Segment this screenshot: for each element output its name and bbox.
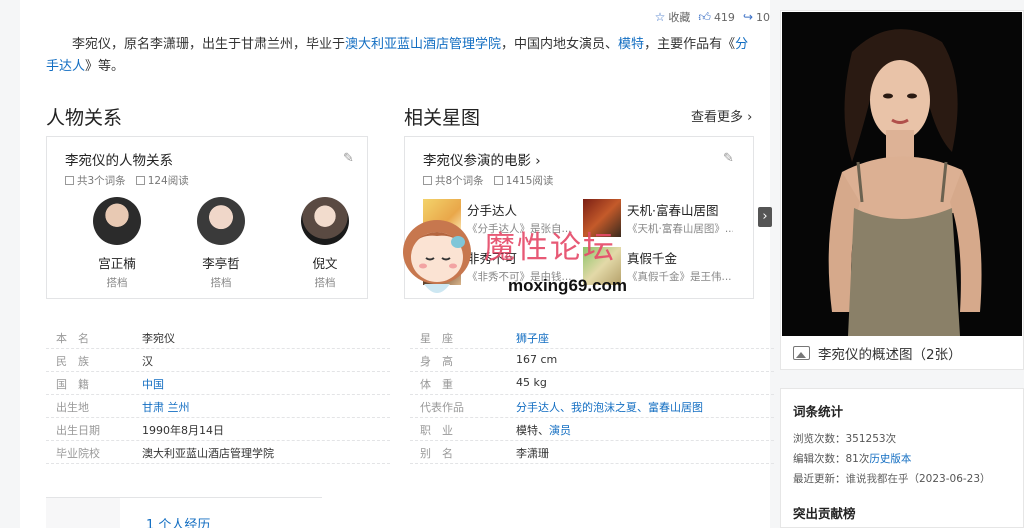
- picture-icon: [793, 346, 810, 360]
- contributors-title: 突出贡献榜: [793, 506, 856, 521]
- toc-side: [46, 498, 120, 528]
- photo-caption[interactable]: 李宛仪的概述图（2张）: [793, 343, 962, 363]
- birthplace-link[interactable]: 甘肃 兰州: [142, 399, 190, 415]
- info-row: 出生地 甘肃 兰州: [46, 395, 390, 418]
- sidebar: 李宛仪的概述图（2张） 词条统计 浏览次数：351253次 编辑次数：81次历史…: [780, 0, 1024, 528]
- watermark: 魔性论坛 moxing69.com: [392, 212, 632, 302]
- share-button[interactable]: ↪ 10: [743, 10, 770, 24]
- last-updated: 最近更新：谁说我都在乎（2023-06-23）: [793, 473, 991, 485]
- actor-link[interactable]: 演员: [549, 424, 571, 437]
- model-link[interactable]: 模特: [618, 37, 644, 52]
- see-more-link[interactable]: 查看更多 ›: [691, 106, 752, 125]
- stars-card-meta: 共8个词条 1415阅读: [423, 173, 553, 188]
- history-link[interactable]: 历史版本: [869, 453, 911, 465]
- nationality-link[interactable]: 中国: [142, 376, 164, 392]
- info-row: 职 业 模特、演员: [410, 418, 774, 441]
- portrait-image: [782, 12, 1022, 336]
- edit-icon[interactable]: ✎: [343, 151, 354, 166]
- info-row: 代表作品 分手达人、我的泡沫之夏、富春山居图: [410, 395, 774, 418]
- cartoon-girl-icon: [403, 220, 471, 293]
- person-item[interactable]: 倪文 搭档: [285, 197, 365, 290]
- info-row: 毕业院校 澳大利亚蓝山酒店管理学院: [46, 441, 390, 464]
- updater-link[interactable]: 谁说我都在乎: [846, 473, 909, 485]
- zodiac-link[interactable]: 狮子座: [516, 330, 549, 346]
- view-count: 浏览次数：351253次: [793, 433, 897, 445]
- summary-photo-card[interactable]: 李宛仪的概述图（2张）: [780, 10, 1024, 370]
- school-link[interactable]: 澳大利亚蓝山酒店管理学院: [345, 37, 501, 52]
- person-item[interactable]: 宫正楠 搭档: [77, 197, 157, 290]
- book-icon: [493, 176, 503, 185]
- favorite-button[interactable]: ☆ 收藏: [655, 9, 691, 25]
- document-icon: [65, 176, 74, 185]
- person-item[interactable]: 李亭哲 搭档: [181, 197, 261, 290]
- relations-card-meta: 共3个词条 124阅读: [65, 173, 189, 188]
- avatar: [197, 197, 245, 245]
- entry-stats: 词条统计 浏览次数：351253次 编辑次数：81次历史版本 最近更新：谁说我都…: [780, 388, 1024, 528]
- chevron-right-icon: ›: [747, 110, 753, 125]
- edit-icon[interactable]: ✎: [723, 151, 734, 166]
- info-row: 别 名 李潇珊: [410, 441, 774, 464]
- document-icon: [423, 176, 432, 185]
- relations-card: 李宛仪的人物关系 ✎ 共3个词条 124阅读 宫正楠 搭档 李亭哲 搭档 倪文 …: [46, 136, 368, 299]
- stars-section-title: 相关星图: [404, 107, 481, 129]
- main-content: ☆ 收藏 👍︎ 419 ↪ 10 李宛仪，原名李潇珊，出生于甘肃兰州，毕业于澳大…: [20, 0, 774, 528]
- info-row: 体 重 45 kg: [410, 372, 774, 395]
- book-icon: [135, 176, 145, 185]
- thumbs-up-icon: 👍︎: [698, 9, 711, 24]
- toc-item[interactable]: 1 个人经历: [146, 514, 210, 528]
- info-row: 国 籍 中国: [46, 372, 390, 395]
- share-icon: ↪: [742, 10, 753, 24]
- chevron-right-icon: ›: [762, 209, 768, 224]
- works-links[interactable]: 分手达人、我的泡沫之夏、富春山居图: [516, 399, 703, 415]
- edit-count: 编辑次数：81次历史版本: [793, 453, 912, 465]
- entry-summary: 李宛仪，原名李潇珊，出生于甘肃兰州，毕业于澳大利亚蓝山酒店管理学院，中国内地女演…: [46, 37, 749, 74]
- relations-card-title[interactable]: 李宛仪的人物关系: [65, 149, 173, 169]
- info-row: 本 名 李宛仪: [46, 326, 390, 349]
- like-button[interactable]: 👍︎ 419: [698, 10, 735, 25]
- info-row: 身 高 167 cm: [410, 349, 774, 372]
- entry-actions: ☆ 收藏 👍︎ 419 ↪ 10: [655, 9, 770, 25]
- summary-photo[interactable]: [782, 12, 1022, 336]
- star-icon: ☆: [654, 10, 666, 24]
- avatar: [93, 197, 141, 245]
- info-row: 星 座 狮子座: [410, 326, 774, 349]
- relations-section-title: 人物关系: [46, 107, 123, 129]
- info-row: 出生日期 1990年8月14日: [46, 418, 390, 441]
- table-of-contents: 1 个人经历: [46, 497, 322, 528]
- info-row: 民 族 汉: [46, 349, 390, 372]
- avatar: [301, 197, 349, 245]
- stars-card-title[interactable]: 李宛仪参演的电影 ›: [423, 149, 541, 169]
- stats-title: 词条统计: [793, 404, 844, 419]
- carousel-next-button[interactable]: ›: [758, 207, 772, 227]
- chevron-right-icon: ›: [535, 153, 541, 169]
